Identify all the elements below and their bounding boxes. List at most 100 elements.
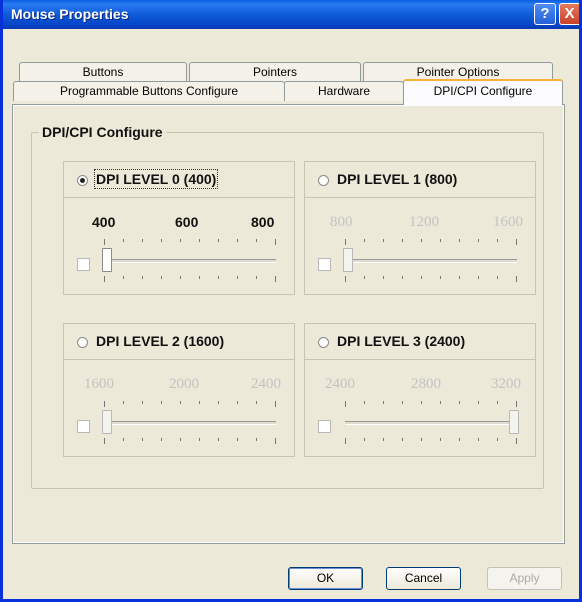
- slider-tick: [345, 239, 346, 245]
- help-button[interactable]: ?: [534, 3, 556, 25]
- dpi-level-0-slider-track[interactable]: [104, 259, 276, 263]
- slider-tick: [459, 401, 460, 404]
- slider-tick: [104, 438, 105, 444]
- slider-tick: [218, 401, 219, 404]
- apply-button[interactable]: Apply: [487, 567, 562, 590]
- slider-tick: [459, 276, 460, 279]
- slider-tick: [142, 239, 143, 242]
- dpi-level-3-radio[interactable]: [318, 337, 329, 348]
- slider-tick: [123, 239, 124, 242]
- dpi-level-2-scale-max: 2400: [251, 376, 281, 392]
- slider-tick: [199, 276, 200, 279]
- dpi-level-3-scale-mid: 2800: [411, 376, 441, 392]
- dpi-level-3-checkbox[interactable]: [318, 420, 331, 433]
- dpi-level-1-ticks-bottom: [345, 276, 517, 282]
- slider-tick: [123, 276, 124, 279]
- dpi-level-1-scale-max: 1600: [493, 214, 523, 230]
- cancel-button[interactable]: Cancel: [386, 567, 461, 590]
- slider-tick: [402, 401, 403, 404]
- slider-tick: [161, 239, 162, 242]
- slider-tick: [237, 239, 238, 242]
- slider-tick: [237, 276, 238, 279]
- slider-tick: [364, 438, 365, 441]
- slider-tick: [440, 401, 441, 404]
- slider-tick: [478, 239, 479, 242]
- slider-tick: [497, 239, 498, 242]
- slider-tick: [180, 401, 181, 404]
- dpi-level-1-radio[interactable]: [318, 175, 329, 186]
- dpi-level-2-slider-track[interactable]: [104, 421, 276, 425]
- slider-tick: [275, 401, 276, 407]
- slider-tick: [478, 276, 479, 279]
- slider-tick: [180, 438, 181, 441]
- slider-tick: [237, 401, 238, 404]
- dpi-level-2-slider-thumb[interactable]: [102, 410, 112, 434]
- tab-dpi-cpi-configure[interactable]: DPI/CPI Configure: [403, 79, 563, 105]
- slider-tick: [497, 401, 498, 404]
- dpi-level-0-header[interactable]: DPI LEVEL 0 (400): [64, 162, 294, 198]
- dpi-level-0-scale-min: 400: [92, 214, 116, 230]
- close-button[interactable]: X: [559, 3, 579, 25]
- slider-tick: [142, 438, 143, 441]
- slider-tick: [421, 276, 422, 279]
- dpi-level-2-ticks-top: [104, 401, 276, 407]
- slider-tick: [256, 401, 257, 404]
- slider-tick: [104, 401, 105, 407]
- dpi-level-0-checkbox[interactable]: [77, 258, 90, 271]
- slider-tick: [402, 276, 403, 279]
- slider-tick: [123, 401, 124, 404]
- slider-tick: [161, 401, 162, 404]
- slider-tick: [218, 239, 219, 242]
- ok-button[interactable]: OK: [288, 567, 363, 590]
- dpi-level-1-ticks-top: [345, 239, 517, 245]
- slider-tick: [402, 438, 403, 441]
- slider-tick: [421, 239, 422, 242]
- slider-tick: [383, 276, 384, 279]
- slider-tick: [199, 401, 200, 404]
- slider-tick: [218, 438, 219, 441]
- slider-tick: [256, 276, 257, 279]
- window-title: Mouse Properties: [11, 6, 129, 22]
- dpi-level-2-checkbox[interactable]: [77, 420, 90, 433]
- dpi-level-0-label: DPI LEVEL 0 (400): [93, 169, 219, 189]
- slider-tick: [383, 401, 384, 404]
- tab-programmable-buttons-configure[interactable]: Programmable Buttons Configure: [13, 81, 285, 101]
- slider-tick: [345, 276, 346, 282]
- tab-hardware[interactable]: Hardware: [284, 81, 404, 101]
- slider-tick: [345, 438, 346, 444]
- dpi-level-2-ticks-bottom: [104, 438, 276, 444]
- slider-tick: [104, 276, 105, 282]
- dpi-level-1-slider-track[interactable]: [345, 259, 517, 263]
- dpi-level-3-header[interactable]: DPI LEVEL 3 (2400): [305, 324, 535, 360]
- dpi-level-1-checkbox[interactable]: [318, 258, 331, 271]
- dpi-level-0-scale-mid: 600: [175, 214, 199, 230]
- dpi-level-1-header[interactable]: DPI LEVEL 1 (800): [305, 162, 535, 198]
- slider-tick: [402, 239, 403, 242]
- slider-tick: [275, 438, 276, 444]
- dpi-level-1-slider-thumb[interactable]: [343, 248, 353, 272]
- dpi-level-0-box: DPI LEVEL 0 (400) 400 600 800: [63, 161, 295, 295]
- dpi-level-3-slider-thumb[interactable]: [509, 410, 519, 434]
- dpi-level-2-radio[interactable]: [77, 337, 88, 348]
- slider-tick: [218, 276, 219, 279]
- dpi-level-2-header[interactable]: DPI LEVEL 2 (1600): [64, 324, 294, 360]
- slider-tick: [383, 438, 384, 441]
- dpi-level-0-ticks-bottom: [104, 276, 276, 282]
- dpi-level-3-ticks-top: [345, 401, 517, 407]
- dpi-level-3-label: DPI LEVEL 3 (2400): [337, 333, 466, 349]
- dpi-level-3-slider-track[interactable]: [345, 421, 517, 425]
- dpi-level-1-box: DPI LEVEL 1 (800) 800 1200 1600: [304, 161, 536, 295]
- dpi-level-0-slider-thumb[interactable]: [102, 248, 112, 272]
- slider-tick: [161, 438, 162, 441]
- groupbox-title: DPI/CPI Configure: [39, 124, 166, 140]
- dpi-level-0-radio[interactable]: [77, 175, 88, 186]
- title-bar[interactable]: Mouse Properties ? X: [3, 0, 579, 29]
- slider-tick: [516, 438, 517, 444]
- slider-tick: [459, 239, 460, 242]
- slider-tick: [440, 239, 441, 242]
- slider-tick: [142, 276, 143, 279]
- tab-pointers[interactable]: Pointers: [189, 62, 361, 82]
- slider-tick: [104, 239, 105, 245]
- dpi-level-0-scale-max: 800: [251, 214, 275, 230]
- tab-buttons[interactable]: Buttons: [19, 62, 187, 82]
